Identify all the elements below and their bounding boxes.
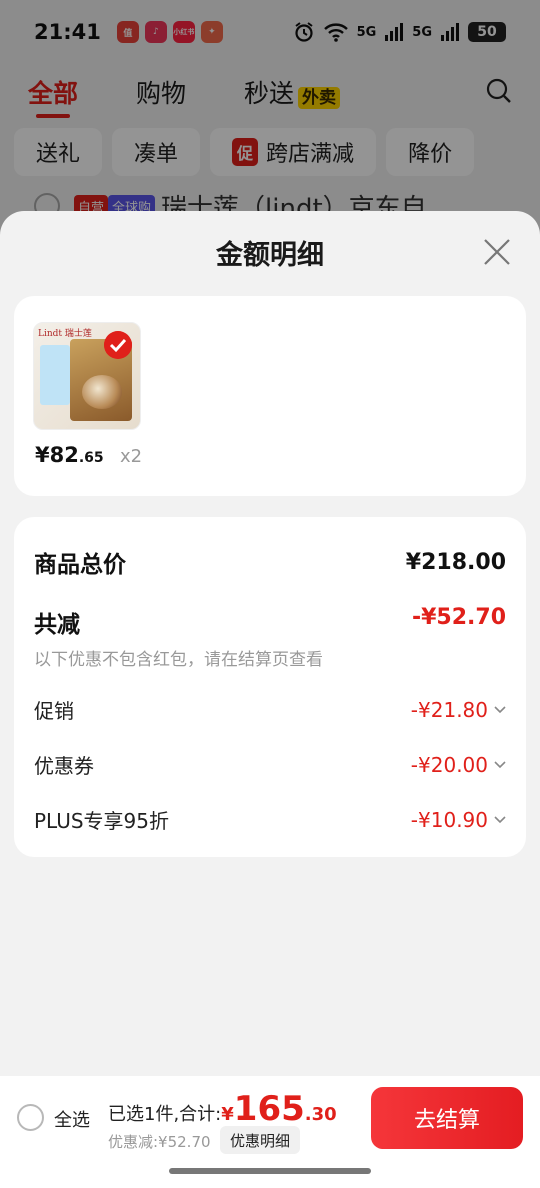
thumb-chocolate [82, 375, 122, 409]
home-indicator[interactable] [169, 1168, 371, 1174]
plus-discount-value-wrap: -¥10.90 [411, 808, 506, 832]
promo-value-wrap: -¥21.80 [411, 698, 506, 722]
amount-detail-sheet: 金额明细 Lindt 瑞士莲 ¥82.65 x2 商品总价 ¥218.00 共减… [0, 211, 540, 1188]
price-detail-card: 商品总价 ¥218.00 共减 -¥52.70 以下优惠不包含红包，请在结算页查… [14, 517, 526, 857]
thumb-promo-panel [40, 345, 70, 405]
product-quantity: x2 [120, 446, 143, 467]
reduce-row: 共减 -¥52.70 [34, 605, 506, 639]
total-int: 165 [233, 1089, 305, 1129]
sheet-title: 金额明细 [216, 240, 324, 271]
product-price-int: ¥82 [35, 443, 79, 467]
total-dec: .30 [304, 1104, 337, 1125]
reduce-value: -¥52.70 [411, 605, 506, 630]
chevron-down-icon [494, 815, 506, 823]
select-all-checkbox[interactable] [17, 1104, 44, 1131]
coupon-row[interactable]: 优惠券 -¥20.00 [34, 750, 506, 779]
coupon-label: 优惠券 [34, 754, 94, 778]
total-yen: ¥ [221, 1104, 234, 1125]
discount-note: 以下优惠不包含红包，请在结算页查看 [34, 650, 323, 670]
checkout-button[interactable]: 去结算 [371, 1087, 523, 1149]
coupon-value: -¥20.00 [410, 752, 488, 777]
plus-discount-row[interactable]: PLUS专享95折 -¥10.90 [34, 805, 506, 834]
selected-text: 已选1件,合计: [108, 1104, 222, 1125]
close-icon[interactable] [482, 237, 512, 267]
product-price-dec: .65 [78, 450, 104, 466]
promo-row[interactable]: 促销 -¥21.80 [34, 695, 506, 724]
coupon-value-wrap: -¥20.00 [411, 753, 506, 777]
plus-discount-label: PLUS专享95折 [34, 809, 169, 833]
discount-summary: 优惠减:¥52.70 [108, 1133, 211, 1151]
reduce-label: 共减 [34, 612, 80, 638]
plus-discount-value: -¥10.90 [410, 807, 488, 832]
total-value: ¥218.00 [405, 549, 506, 575]
promo-label: 促销 [34, 699, 74, 723]
product-card: Lindt 瑞士莲 ¥82.65 x2 [14, 296, 526, 496]
product-brand-logo: Lindt 瑞士莲 [38, 329, 92, 339]
chevron-down-icon [494, 760, 506, 768]
total-summary: 已选1件,合计: ¥ 165 .30 [108, 1092, 337, 1126]
checked-icon [104, 331, 132, 359]
discount-detail-button[interactable]: 优惠明细 [220, 1126, 301, 1154]
promo-value: -¥21.80 [410, 697, 488, 722]
total-row: 商品总价 ¥218.00 [34, 545, 506, 579]
product-price: ¥82.65 [35, 443, 104, 467]
total-label: 商品总价 [34, 552, 126, 578]
select-all-label[interactable]: 全选 [54, 1106, 90, 1132]
product-thumbnail[interactable]: Lindt 瑞士莲 [33, 322, 141, 430]
chevron-down-icon [494, 705, 506, 713]
